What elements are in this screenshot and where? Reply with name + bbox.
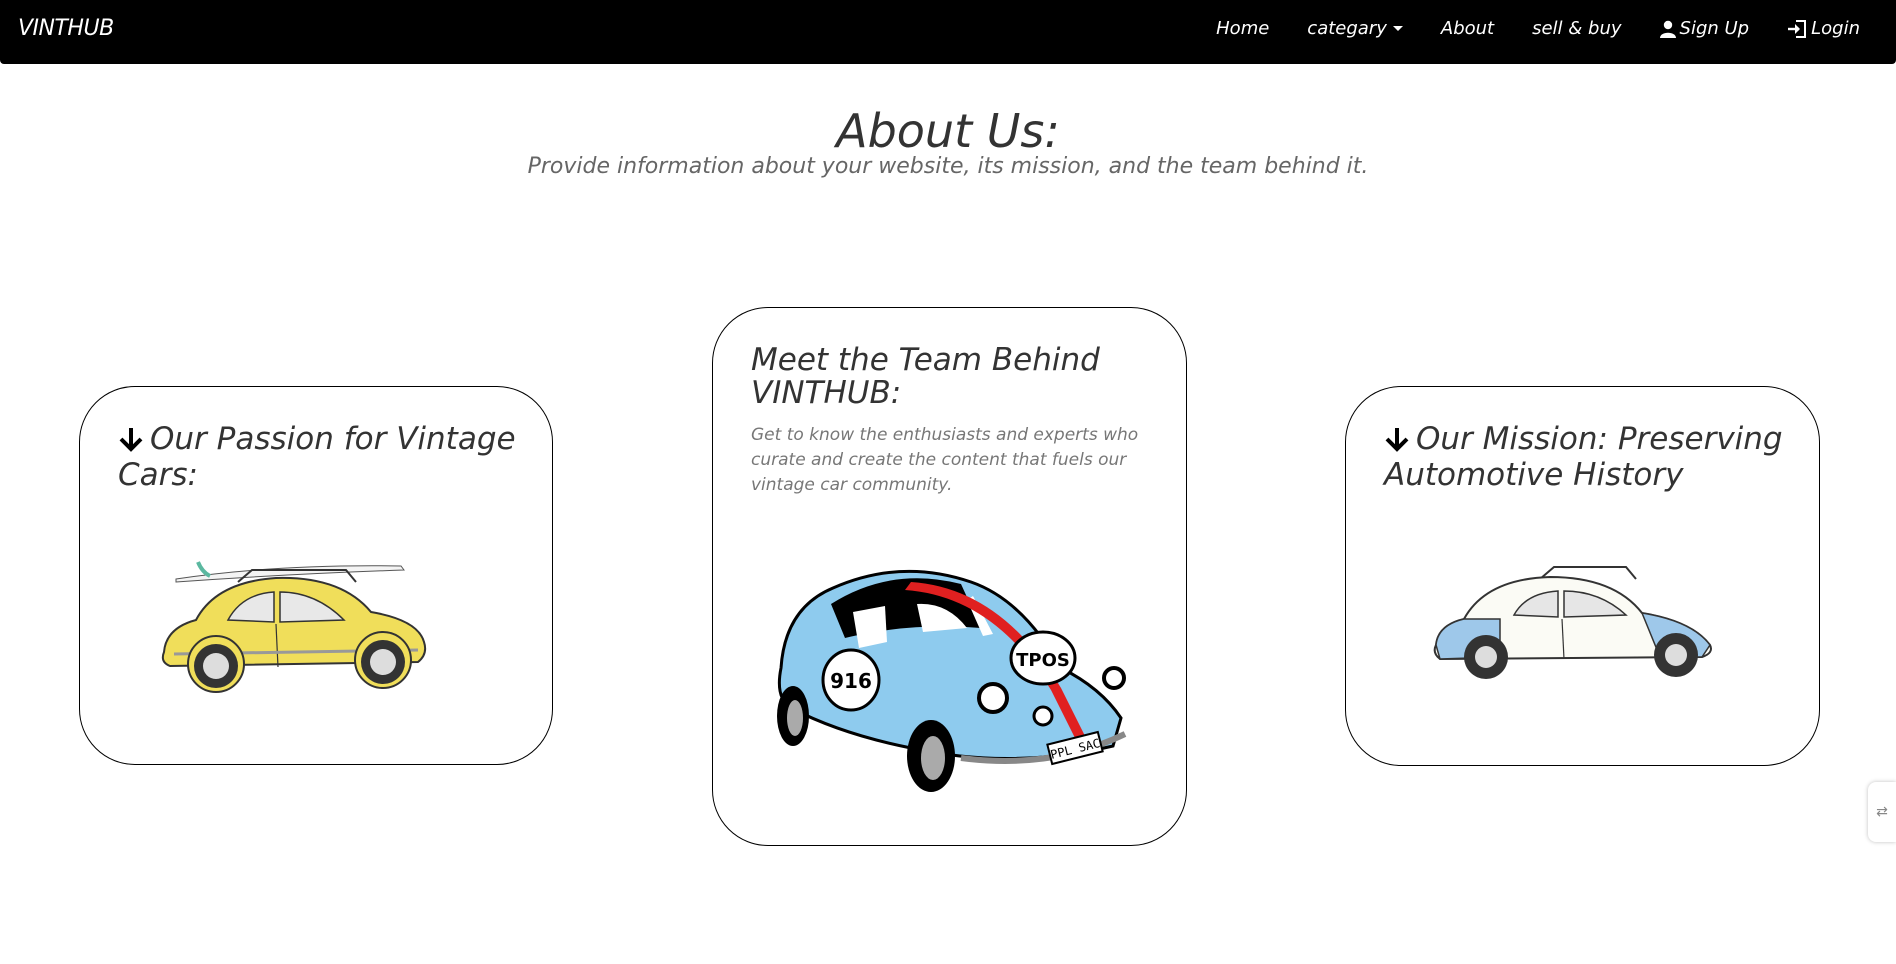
- nav-about-label: About: [1440, 18, 1495, 39]
- nav-signup-label: Sign Up: [1679, 18, 1750, 39]
- mission-card-title-text: Our Mission: Preserving Automotive Histo…: [1384, 421, 1783, 493]
- arrow-down-icon: [118, 426, 144, 459]
- team-card: Meet the Team Behind VINTHUB: Get to kno…: [712, 307, 1187, 846]
- nav-login[interactable]: Login: [1787, 18, 1860, 39]
- navbar: VINTHUB Home categary About sell & buy S…: [0, 0, 1896, 64]
- page-subtitle: Provide information about your website, …: [527, 154, 1369, 179]
- nav-signup[interactable]: Sign Up: [1659, 18, 1750, 39]
- brand-logo[interactable]: VINTHUB: [18, 16, 114, 41]
- mission-card-title: Our Mission: Preserving Automotive Histo…: [1384, 423, 1804, 492]
- team-card-title: Meet the Team Behind VINTHUB:: [751, 342, 1100, 411]
- mission-card: Our Mission: Preserving Automotive Histo…: [1345, 386, 1820, 766]
- nav-links: Home categary About sell & buy Sign Up L…: [1216, 18, 1860, 39]
- nav-home[interactable]: Home: [1216, 18, 1269, 39]
- blue-white-beetle-image: [1433, 566, 1712, 679]
- passion-card-title: Our Passion for Vintage Cars:: [118, 423, 538, 492]
- nav-about[interactable]: About: [1441, 18, 1494, 39]
- page-title: About Us:: [836, 104, 1060, 158]
- caret-down-icon: [1392, 26, 1403, 31]
- user-icon: [1659, 20, 1676, 38]
- side-widget-tab[interactable]: ⇄: [1868, 782, 1896, 842]
- nav-category-dropdown[interactable]: categary: [1307, 18, 1403, 39]
- nav-sell-buy[interactable]: sell & buy: [1532, 18, 1621, 39]
- nav-category-label: categary: [1307, 18, 1387, 39]
- car-badge-label: TPOS: [1016, 650, 1070, 671]
- passion-card: Our Passion for Vintage Cars:: [79, 386, 553, 765]
- login-icon: [1787, 19, 1807, 38]
- blue-racing-beetle-image: 916 TPOS PPL SAC: [777, 569, 1127, 792]
- translate-icon: ⇄: [1876, 804, 1888, 820]
- nav-home-label: Home: [1216, 18, 1270, 39]
- team-card-text: Get to know the enthusiasts and experts …: [751, 425, 1139, 495]
- nav-login-label: Login: [1811, 18, 1860, 39]
- car-number-label: 916: [830, 669, 872, 693]
- yellow-beetle-image: [161, 561, 427, 693]
- arrow-down-icon: [1384, 426, 1410, 459]
- nav-sell-buy-label: sell & buy: [1532, 18, 1622, 39]
- passion-card-title-text: Our Passion for Vintage Cars:: [118, 421, 516, 493]
